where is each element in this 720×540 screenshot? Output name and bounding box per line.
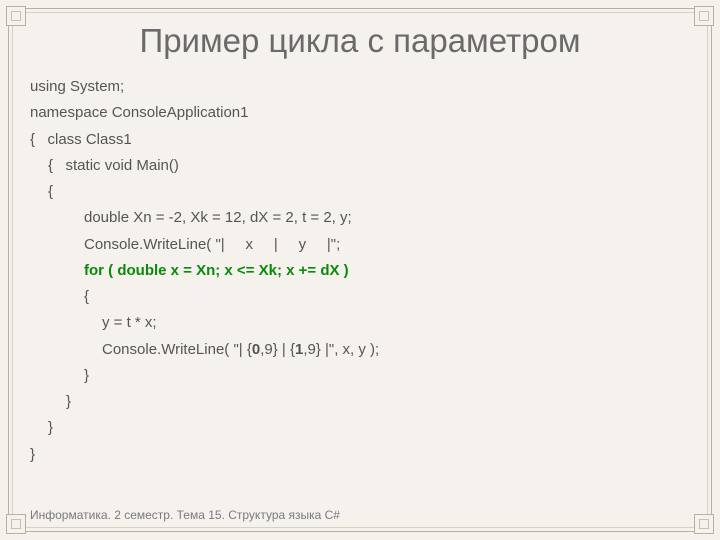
code-line: }: [30, 442, 690, 468]
code-line: namespace ConsoleApplication1: [30, 100, 690, 126]
code-block: using System; namespace ConsoleApplicati…: [30, 74, 690, 468]
code-line: }: [30, 363, 690, 389]
corner-ornament: [6, 514, 26, 534]
code-line: }: [30, 389, 690, 415]
code-line: y = t * x;: [30, 310, 690, 336]
corner-ornament: [6, 6, 26, 26]
code-for-line: for ( double x = Xn; x <= Xk; x += dX ): [30, 258, 690, 284]
code-line: }: [30, 415, 690, 441]
code-line: Console.WriteLine( "| {0,9} | {1,9} |", …: [30, 337, 690, 363]
code-line: Console.WriteLine( "| x | y |";: [30, 232, 690, 258]
code-line: { class Class1: [30, 127, 690, 153]
code-line: { static void Main(): [30, 153, 690, 179]
slide-title: Пример цикла с параметром: [30, 22, 690, 60]
code-line: double Xn = -2, Xk = 12, dX = 2, t = 2, …: [30, 205, 690, 231]
code-line: {: [30, 284, 690, 310]
corner-ornament: [694, 514, 714, 534]
slide-footer: Информатика. 2 семестр. Тема 15. Структу…: [30, 508, 340, 522]
slide-content: Пример цикла с параметром using System; …: [30, 22, 690, 468]
code-line: {: [30, 179, 690, 205]
code-line: using System;: [30, 74, 690, 100]
corner-ornament: [694, 6, 714, 26]
